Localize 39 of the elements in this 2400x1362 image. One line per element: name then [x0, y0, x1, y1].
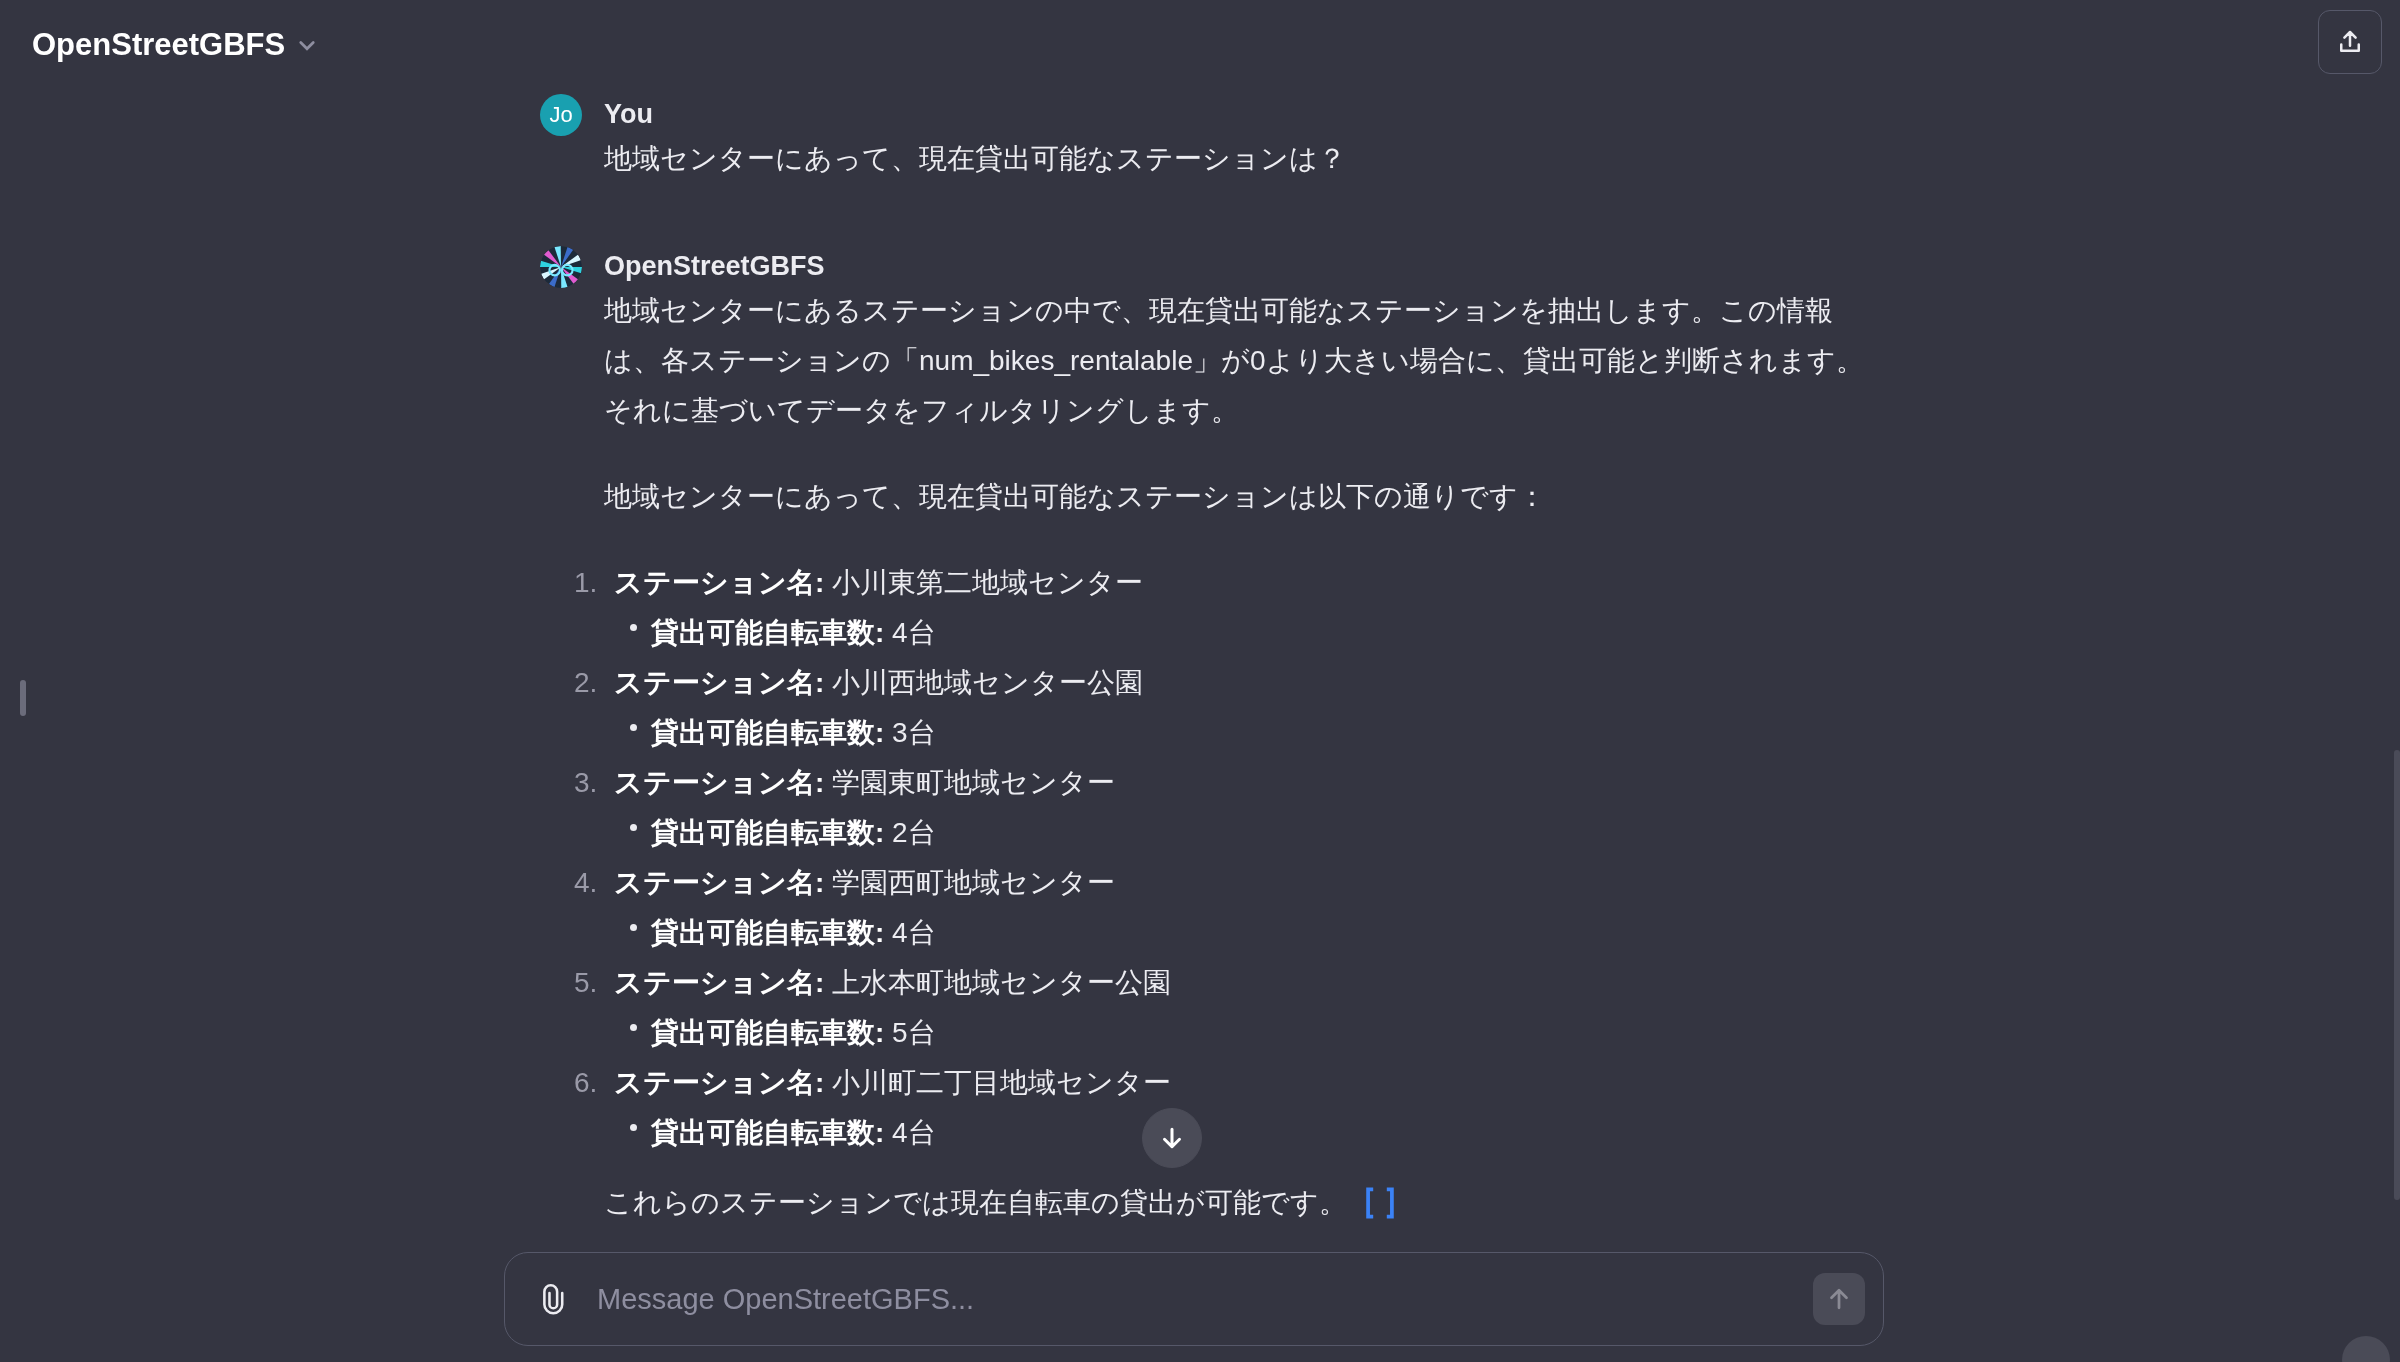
- bike-count: 貸出可能自転車数: 2台: [651, 816, 936, 850]
- share-button[interactable]: [2318, 10, 2382, 74]
- bullet-icon: [630, 723, 637, 731]
- list-number: 4.: [574, 866, 599, 900]
- author-name: You: [604, 98, 654, 131]
- station-name: ステーション名: 小川西地域センター公園: [614, 666, 1144, 700]
- list-number: 5.: [574, 966, 599, 1000]
- station-name: ステーション名: 学園東町地域センター: [614, 766, 1116, 800]
- user-avatar: Jo: [540, 94, 582, 136]
- message-text: 地域センターにあるステーションの中で、現在貸出可能なステーションを抽出します。この情報は、各ステーションの「num_bikes_rentalable」が0より大きい場合に、貸出可能と判断されます。それに基づいてデータをフィルタリングします。: [604, 294, 1865, 428]
- bike-count: 貸出可能自転車数: 4台: [651, 916, 936, 950]
- citation-icon[interactable]: [1363, 1186, 1397, 1220]
- bike-count: 貸出可能自転車数: 5台: [651, 1016, 936, 1050]
- message-text: これらのステーションでは現在自転車の貸出が可能です。: [604, 1186, 1347, 1220]
- message-field[interactable]: Message OpenStreetGBFS...: [595, 1281, 1789, 1317]
- bullet-icon: [630, 1123, 637, 1131]
- model-title[interactable]: OpenStreetGBFS: [32, 27, 286, 63]
- message-text: 地域センターにあって、現在貸出可能なステーションは以下の通りです：: [604, 480, 1547, 514]
- list-number: 6.: [574, 1066, 599, 1100]
- bullet-icon: [630, 823, 637, 831]
- bullet-icon: [630, 1023, 637, 1031]
- bullet-icon: [630, 923, 637, 931]
- bike-count: 貸出可能自転車数: 4台: [651, 616, 936, 650]
- message-input[interactable]: Message OpenStreetGBFS...: [504, 1252, 1884, 1346]
- author-name: OpenStreetGBFS: [604, 250, 826, 283]
- sidebar-handle[interactable]: [20, 680, 26, 716]
- station-name: ステーション名: 上水本町地域センター公園: [614, 966, 1172, 1000]
- list-number: 1.: [574, 566, 599, 600]
- message-text: 地域センターにあって、現在貸出可能なステーションは？: [604, 142, 1347, 176]
- send-button[interactable]: [1813, 1273, 1865, 1325]
- station-name: ステーション名: 小川町二丁目地域センター: [614, 1066, 1172, 1100]
- bullet-icon: [630, 623, 637, 631]
- station-name: ステーション名: 学園西町地域センター: [614, 866, 1116, 900]
- list-number: 3.: [574, 766, 599, 800]
- bike-count: 貸出可能自転車数: 4台: [651, 1116, 936, 1150]
- list-number: 2.: [574, 666, 599, 700]
- bike-count: 貸出可能自転車数: 3台: [651, 716, 936, 750]
- station-name: ステーション名: 小川東第二地域センター: [614, 566, 1144, 600]
- bot-avatar: [540, 246, 582, 288]
